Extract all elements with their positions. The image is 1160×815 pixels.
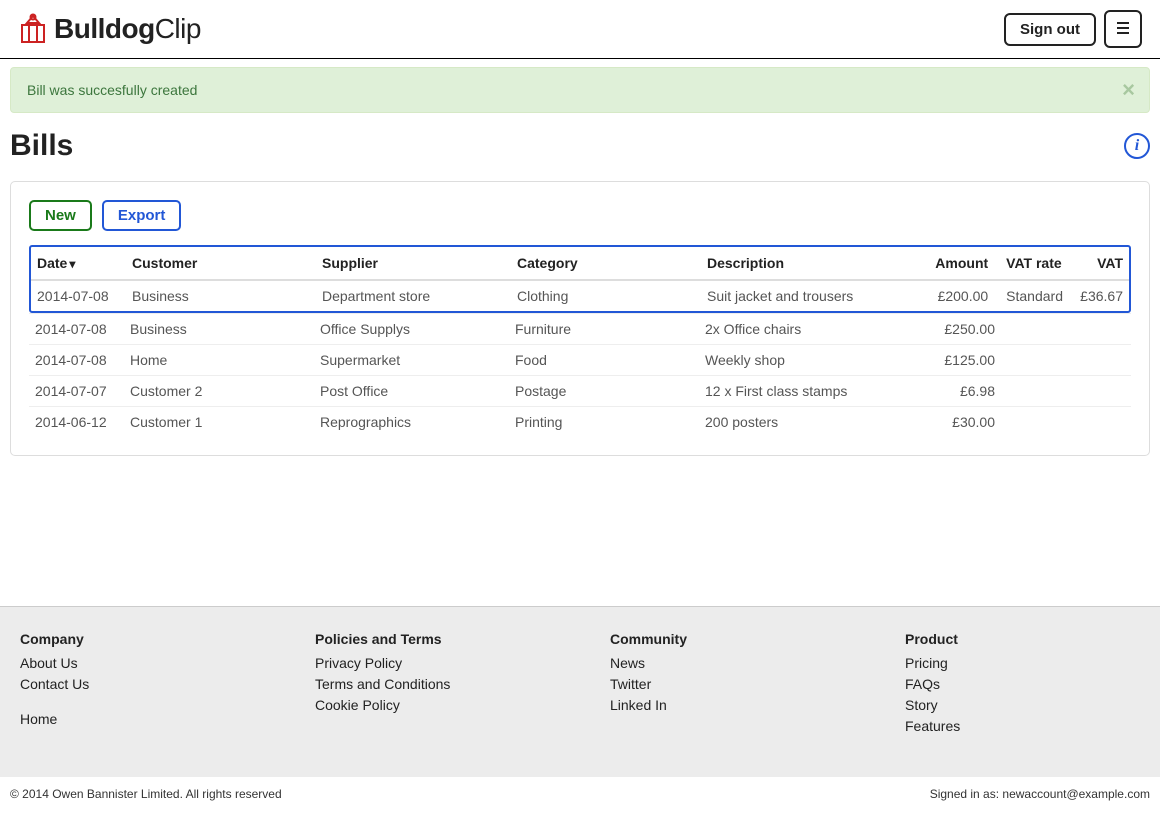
cell-category: Food: [509, 345, 699, 376]
cell-amount: £250.00: [921, 314, 1001, 345]
table-row[interactable]: 2014-07-08HomeSupermarketFoodWeekly shop…: [29, 345, 1131, 376]
table-highlight: Date▾ Customer Supplier Category Descrip…: [29, 245, 1131, 313]
signed-in-as: Signed in as: newaccount@example.com: [930, 787, 1150, 801]
cell-amount: £200.00: [914, 280, 994, 311]
cell-vat: [1071, 314, 1131, 345]
cell-vat-rate: [1001, 407, 1071, 438]
cell-date: 2014-07-08: [29, 314, 124, 345]
cell-vat: £36.67: [1069, 280, 1129, 311]
col-vat-rate[interactable]: VAT rate: [994, 247, 1069, 280]
cell-description: 12 x First class stamps: [699, 376, 921, 407]
col-description[interactable]: Description: [701, 247, 914, 280]
cell-customer: Customer 1: [124, 407, 314, 438]
copyright: © 2014 Owen Bannister Limited. All right…: [10, 787, 282, 801]
cell-customer: Business: [126, 280, 316, 311]
cell-description: 2x Office chairs: [699, 314, 921, 345]
cell-vat: [1071, 407, 1131, 438]
footer-col-community: Community News Twitter Linked In: [610, 631, 845, 737]
footer-bottom: © 2014 Owen Bannister Limited. All right…: [0, 777, 1160, 815]
cell-supplier: Post Office: [314, 376, 509, 407]
bills-table-rest: 2014-07-08BusinessOffice SupplysFurnitur…: [29, 313, 1131, 437]
cell-supplier: Department store: [316, 280, 511, 311]
cell-customer: Customer 2: [124, 376, 314, 407]
footer-link[interactable]: About Us: [20, 653, 255, 674]
cell-date: 2014-07-07: [29, 376, 124, 407]
cell-vat: [1071, 345, 1131, 376]
header: BulldogClip Sign out: [0, 0, 1160, 59]
cell-description: 200 posters: [699, 407, 921, 438]
menu-button[interactable]: [1104, 10, 1142, 48]
new-button[interactable]: New: [29, 200, 92, 231]
cell-date: 2014-07-08: [29, 345, 124, 376]
footer-heading: Product: [905, 631, 1140, 647]
sort-desc-icon: ▾: [69, 257, 75, 271]
footer-col-policies: Policies and Terms Privacy Policy Terms …: [315, 631, 550, 737]
cell-customer: Home: [124, 345, 314, 376]
cell-date: 2014-07-08: [31, 280, 126, 311]
bills-panel: New Export Date▾ Customer Supplier Categ…: [10, 181, 1150, 456]
footer-link[interactable]: FAQs: [905, 674, 1140, 695]
success-alert: Bill was succesfully created ×: [10, 67, 1150, 113]
export-button[interactable]: Export: [102, 200, 182, 231]
col-vat[interactable]: VAT: [1069, 247, 1129, 280]
footer-heading: Community: [610, 631, 845, 647]
cell-vat: [1071, 376, 1131, 407]
cell-amount: £30.00: [921, 407, 1001, 438]
cell-description: Suit jacket and trousers: [701, 280, 914, 311]
cell-supplier: Supermarket: [314, 345, 509, 376]
cell-vat-rate: Standard: [994, 280, 1069, 311]
cell-description: Weekly shop: [699, 345, 921, 376]
menu-icon: [1115, 19, 1131, 40]
footer-link-home[interactable]: Home: [20, 709, 255, 730]
footer-link[interactable]: Story: [905, 695, 1140, 716]
cell-customer: Business: [124, 314, 314, 345]
footer-col-company: Company About Us Contact Us Home: [20, 631, 255, 737]
cell-amount: £125.00: [921, 345, 1001, 376]
footer-link[interactable]: Twitter: [610, 674, 845, 695]
footer-link[interactable]: Features: [905, 716, 1140, 737]
footer: Company About Us Contact Us Home Policie…: [0, 606, 1160, 777]
cell-supplier: Reprographics: [314, 407, 509, 438]
col-customer[interactable]: Customer: [126, 247, 316, 280]
footer-link[interactable]: Cookie Policy: [315, 695, 550, 716]
alert-message: Bill was succesfully created: [27, 82, 197, 98]
logo-icon: [18, 13, 48, 45]
page-title: Bills: [10, 129, 73, 163]
col-category[interactable]: Category: [511, 247, 701, 280]
footer-heading: Company: [20, 631, 255, 647]
col-supplier[interactable]: Supplier: [316, 247, 511, 280]
cell-vat-rate: [1001, 376, 1071, 407]
footer-link[interactable]: Contact Us: [20, 674, 255, 695]
cell-category: Clothing: [511, 280, 701, 311]
footer-link[interactable]: Linked In: [610, 695, 845, 716]
cell-amount: £6.98: [921, 376, 1001, 407]
footer-link[interactable]: Pricing: [905, 653, 1140, 674]
logo[interactable]: BulldogClip: [18, 13, 201, 45]
cell-category: Postage: [509, 376, 699, 407]
bills-table: Date▾ Customer Supplier Category Descrip…: [31, 247, 1129, 311]
cell-supplier: Office Supplys: [314, 314, 509, 345]
cell-category: Printing: [509, 407, 699, 438]
cell-category: Furniture: [509, 314, 699, 345]
logo-text: BulldogClip: [54, 13, 201, 45]
table-row[interactable]: 2014-07-08BusinessDepartment storeClothi…: [31, 280, 1129, 311]
table-row[interactable]: 2014-06-12Customer 1ReprographicsPrintin…: [29, 407, 1131, 438]
col-amount[interactable]: Amount: [914, 247, 994, 280]
signout-button[interactable]: Sign out: [1004, 13, 1096, 46]
cell-vat-rate: [1001, 345, 1071, 376]
footer-link[interactable]: News: [610, 653, 845, 674]
close-icon[interactable]: ×: [1122, 77, 1135, 103]
footer-link[interactable]: Terms and Conditions: [315, 674, 550, 695]
info-icon[interactable]: i: [1124, 133, 1150, 159]
footer-link[interactable]: Privacy Policy: [315, 653, 550, 674]
table-row[interactable]: 2014-07-07Customer 2Post OfficePostage12…: [29, 376, 1131, 407]
col-date[interactable]: Date▾: [31, 247, 126, 280]
cell-date: 2014-06-12: [29, 407, 124, 438]
footer-col-product: Product Pricing FAQs Story Features: [905, 631, 1140, 737]
cell-vat-rate: [1001, 314, 1071, 345]
footer-heading: Policies and Terms: [315, 631, 550, 647]
table-row[interactable]: 2014-07-08BusinessOffice SupplysFurnitur…: [29, 314, 1131, 345]
